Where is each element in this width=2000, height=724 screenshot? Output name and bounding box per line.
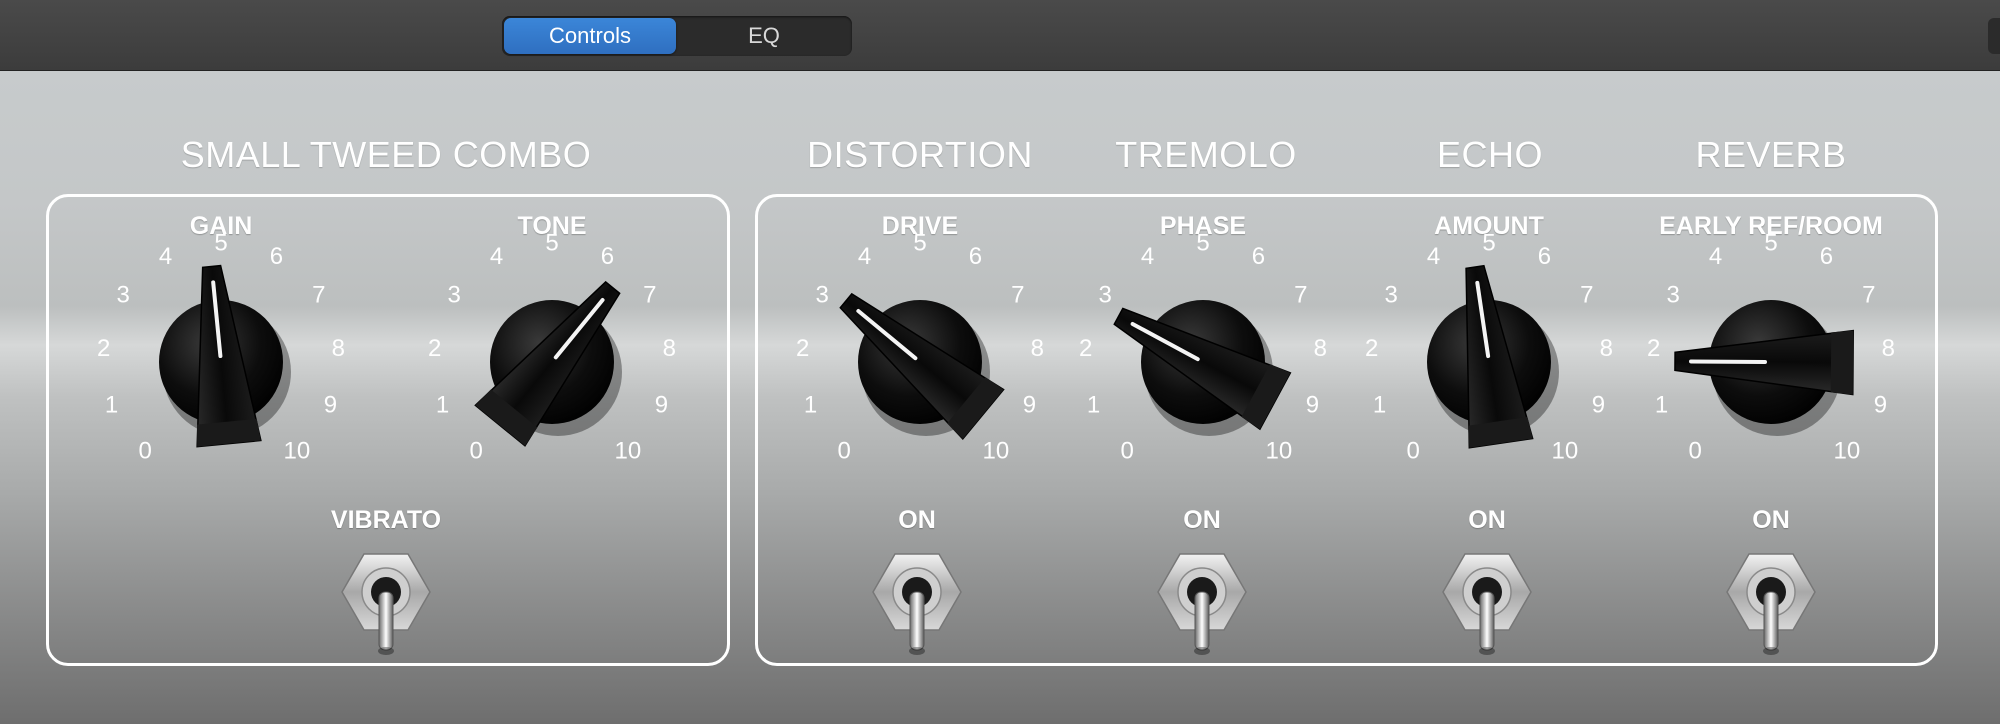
distortion-on-toggle-switch[interactable] [869, 548, 965, 658]
toggle-lever [909, 591, 925, 651]
scale-mark-2: 2 [97, 335, 110, 362]
view-segmented-control: Controls EQ [502, 16, 852, 56]
toggle-lever [1763, 591, 1779, 651]
scale-mark-8: 8 [663, 335, 676, 362]
scale-mark-6: 6 [270, 243, 283, 270]
toolbar-edge-button[interactable] [1988, 18, 2000, 54]
scale-mark-10: 10 [982, 438, 1009, 465]
scale-mark-9: 9 [1306, 392, 1319, 419]
scale-mark-9: 9 [1023, 392, 1036, 419]
scale-mark-0: 0 [837, 438, 850, 465]
scale-mark-0: 0 [138, 438, 151, 465]
scale-mark-10: 10 [1551, 438, 1578, 465]
scale-mark-4: 4 [1709, 243, 1722, 270]
scale-mark-2: 2 [1365, 335, 1378, 362]
toggle-lever [1479, 591, 1495, 651]
scale-mark-2: 2 [1647, 335, 1660, 362]
switch-label-distortion-on: ON [898, 506, 936, 534]
scale-mark-0: 0 [1688, 438, 1701, 465]
scale-mark-8: 8 [1882, 335, 1895, 362]
scale-mark-4: 4 [858, 243, 871, 270]
amount-knob[interactable]: 0 1 2 3 4 5 6 7 8 9 10 [1359, 229, 1619, 492]
scale-mark-9: 9 [1874, 392, 1887, 419]
scale-mark-1: 1 [436, 392, 449, 419]
scale-mark-7: 7 [312, 281, 325, 308]
scale-mark-7: 7 [643, 281, 656, 308]
drive-knob[interactable]: 0 1 2 3 4 5 6 7 8 9 10 [790, 229, 1050, 492]
scale-mark-3: 3 [1666, 281, 1679, 308]
switch-label-vibrato: VIBRATO [330, 506, 442, 534]
scale-mark-10: 10 [283, 438, 310, 465]
scale-mark-10: 10 [1833, 438, 1860, 465]
scale-mark-6: 6 [601, 243, 614, 270]
scale-mark-5: 5 [913, 229, 926, 256]
scale-mark-5: 5 [1482, 229, 1495, 256]
scale-mark-7: 7 [1580, 281, 1593, 308]
scale-mark-3: 3 [815, 281, 828, 308]
scale-mark-4: 4 [1141, 243, 1154, 270]
scale-mark-1: 1 [1373, 392, 1386, 419]
scale-mark-0: 0 [1120, 438, 1133, 465]
tab-controls[interactable]: Controls [504, 18, 676, 54]
scale-mark-6: 6 [969, 243, 982, 270]
section-title-tremolo: TREMOLO [1115, 134, 1297, 175]
scale-mark-4: 4 [1427, 243, 1440, 270]
scale-mark-8: 8 [332, 335, 345, 362]
tone-knob[interactable]: 0 1 2 3 4 5 6 7 8 9 10 [422, 229, 682, 492]
scale-mark-2: 2 [796, 335, 809, 362]
scale-mark-9: 9 [655, 392, 668, 419]
scale-mark-3: 3 [116, 281, 129, 308]
scale-mark-2: 2 [428, 335, 441, 362]
scale-mark-5: 5 [1196, 229, 1209, 256]
scale-mark-8: 8 [1314, 335, 1327, 362]
phase-knob[interactable]: 0 1 2 3 4 5 6 7 8 9 10 [1073, 229, 1333, 492]
scale-mark-0: 0 [1406, 438, 1419, 465]
scale-mark-1: 1 [804, 392, 817, 419]
scale-mark-9: 9 [324, 392, 337, 419]
scale-mark-10: 10 [1265, 438, 1292, 465]
section-title-echo: ECHO [1436, 134, 1544, 175]
scale-mark-1: 1 [105, 392, 118, 419]
scale-mark-7: 7 [1011, 281, 1024, 308]
scale-mark-4: 4 [490, 243, 503, 270]
section-title-distortion: DISTORTION [807, 134, 1033, 175]
section-title-amp: SMALL TWEED COMBO [180, 134, 592, 175]
early-ref-room-knob[interactable]: 0 1 2 3 4 5 6 7 8 9 10 [1641, 229, 1901, 492]
scale-mark-6: 6 [1820, 243, 1833, 270]
scale-mark-1: 1 [1087, 392, 1100, 419]
scale-mark-3: 3 [1384, 281, 1397, 308]
scale-mark-3: 3 [1098, 281, 1111, 308]
scale-mark-7: 7 [1294, 281, 1307, 308]
vibrato-toggle-switch[interactable] [338, 548, 434, 658]
switch-label-echo-on: ON [1468, 506, 1506, 534]
scale-mark-10: 10 [614, 438, 641, 465]
scale-mark-7: 7 [1862, 281, 1875, 308]
scale-mark-5: 5 [545, 229, 558, 256]
scale-mark-8: 8 [1600, 335, 1613, 362]
scale-mark-5: 5 [1764, 229, 1777, 256]
reverb-on-toggle-switch[interactable] [1723, 548, 1819, 658]
toggle-lever [378, 591, 394, 651]
scale-mark-8: 8 [1031, 335, 1044, 362]
tab-eq[interactable]: EQ [678, 18, 850, 54]
scale-mark-3: 3 [447, 281, 460, 308]
switch-label-reverb-on: ON [1752, 506, 1790, 534]
scale-mark-6: 6 [1538, 243, 1551, 270]
echo-on-toggle-switch[interactable] [1439, 548, 1535, 658]
toggle-lever [1194, 591, 1210, 651]
scale-mark-6: 6 [1252, 243, 1265, 270]
scale-mark-0: 0 [469, 438, 482, 465]
scale-mark-1: 1 [1655, 392, 1668, 419]
section-title-reverb: REVERB [1695, 134, 1847, 175]
tremolo-on-toggle-switch[interactable] [1154, 548, 1250, 658]
scale-mark-2: 2 [1079, 335, 1092, 362]
switch-label-tremolo-on: ON [1183, 506, 1221, 534]
scale-mark-4: 4 [159, 243, 172, 270]
gain-knob[interactable]: 0 1 2 3 4 5 6 7 8 9 10 [91, 229, 351, 492]
toolbar: Controls EQ [0, 0, 2000, 71]
scale-mark-5: 5 [214, 229, 227, 256]
scale-mark-9: 9 [1592, 392, 1605, 419]
